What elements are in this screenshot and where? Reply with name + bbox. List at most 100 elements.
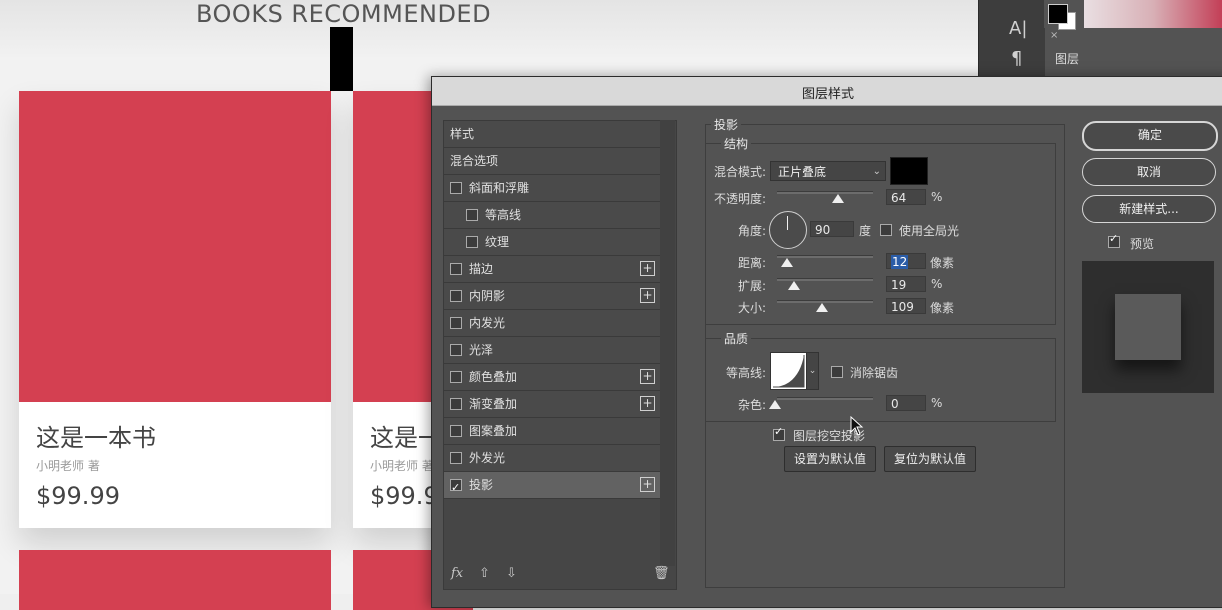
spread-unit: % bbox=[931, 277, 943, 291]
style-item-checkbox[interactable] bbox=[450, 317, 462, 329]
angle-input[interactable]: 90 bbox=[810, 221, 854, 237]
spread-slider-thumb[interactable] bbox=[788, 281, 800, 290]
add-icon[interactable]: + bbox=[640, 477, 655, 492]
style-item-checkbox[interactable] bbox=[466, 209, 478, 221]
blend-mode-select[interactable]: 正片叠底 ⌄ bbox=[770, 161, 886, 181]
style-item[interactable]: 渐变叠加 + bbox=[444, 391, 660, 418]
global-light-label: 使用全局光 bbox=[899, 224, 960, 238]
knockout-checkbox[interactable] bbox=[773, 425, 785, 441]
chevron-down-icon[interactable]: ⌄ bbox=[806, 352, 819, 390]
opacity-slider-thumb[interactable] bbox=[832, 194, 845, 203]
page-heading: BOOKS RECOMMENDED bbox=[196, 0, 492, 28]
close-icon[interactable]: × bbox=[1050, 30, 1058, 41]
add-icon[interactable]: + bbox=[640, 288, 655, 303]
style-item-label: 渐变叠加 bbox=[469, 397, 518, 411]
global-light-checkbox[interactable] bbox=[880, 224, 892, 236]
style-item-label: 光泽 bbox=[469, 343, 494, 357]
antialias-label: 消除锯齿 bbox=[850, 366, 899, 380]
style-item-checkbox[interactable] bbox=[450, 182, 462, 194]
style-item-label: 图案叠加 bbox=[469, 424, 518, 438]
style-item-checkbox[interactable] bbox=[450, 452, 462, 464]
blend-mode-label: 混合模式: bbox=[714, 165, 767, 179]
style-list-header[interactable]: 样式 bbox=[444, 121, 666, 148]
noise-slider[interactable] bbox=[777, 397, 873, 400]
style-item-label: 内阴影 bbox=[469, 289, 506, 303]
paragraph-panel-icon[interactable]: ¶ bbox=[1011, 48, 1022, 69]
style-item[interactable]: 内阴影 + bbox=[444, 283, 660, 310]
preview-square bbox=[1115, 294, 1181, 360]
blend-options-item[interactable]: 混合选项 bbox=[444, 148, 666, 175]
size-input[interactable]: 109 bbox=[886, 298, 926, 314]
move-up-icon[interactable]: ⇧ bbox=[479, 566, 490, 581]
style-item[interactable]: 等高线 bbox=[444, 202, 660, 229]
noise-label: 杂色: bbox=[738, 398, 767, 412]
angle-needle bbox=[787, 216, 788, 230]
distance-label: 距离: bbox=[738, 256, 767, 270]
style-item-checkbox[interactable] bbox=[450, 425, 462, 437]
spread-label: 扩展: bbox=[738, 279, 767, 293]
book-cover bbox=[19, 550, 331, 610]
dialog-titlebar[interactable]: 图层样式 bbox=[432, 77, 1222, 106]
book-card: 这是一本书 小明老师 著 $99.99 bbox=[19, 91, 331, 528]
book-author: 小明老师 著 bbox=[370, 459, 434, 473]
new-style-button[interactable]: 新建样式... bbox=[1082, 195, 1216, 223]
style-item-label: 投影 bbox=[469, 478, 494, 492]
contour-preview[interactable] bbox=[770, 352, 808, 390]
style-list-footer: fx ⇧ ⇩ 🗑 bbox=[443, 566, 675, 588]
angle-dial[interactable] bbox=[769, 211, 807, 249]
opacity-slider[interactable] bbox=[777, 191, 873, 194]
move-down-icon[interactable]: ⇩ bbox=[506, 566, 517, 581]
style-item[interactable]: 纹理 bbox=[444, 229, 660, 256]
fx-icon[interactable]: fx bbox=[451, 566, 463, 581]
style-item[interactable]: 投影 + bbox=[444, 472, 660, 501]
style-item-checkbox[interactable] bbox=[466, 236, 478, 248]
reset-default-button[interactable]: 复位为默认值 bbox=[884, 446, 976, 472]
foreground-color-swatch[interactable] bbox=[1048, 4, 1068, 24]
add-icon[interactable]: + bbox=[640, 396, 655, 411]
style-item-checkbox[interactable] bbox=[450, 398, 462, 410]
distance-input[interactable]: 12 bbox=[886, 253, 926, 269]
style-item[interactable]: 斜面和浮雕 bbox=[444, 175, 660, 202]
shadow-color-swatch[interactable] bbox=[890, 157, 928, 185]
preview-checkbox[interactable] bbox=[1108, 232, 1120, 248]
color-picker-gradient[interactable] bbox=[1084, 0, 1222, 28]
style-item[interactable]: 图案叠加 bbox=[444, 418, 660, 445]
style-item-label: 斜面和浮雕 bbox=[469, 181, 530, 195]
trash-icon[interactable]: 🗑 bbox=[653, 566, 670, 581]
section-title: 投影 bbox=[711, 116, 742, 133]
character-panel-icon[interactable]: A| bbox=[1009, 18, 1027, 39]
spread-input[interactable]: 19 bbox=[886, 276, 926, 292]
style-list-scrollbar[interactable] bbox=[660, 120, 675, 566]
style-item-checkbox[interactable] bbox=[450, 475, 462, 501]
make-default-button[interactable]: 设置为默认值 bbox=[784, 446, 876, 472]
ok-button[interactable]: 确定 bbox=[1082, 121, 1218, 151]
add-icon[interactable]: + bbox=[640, 261, 655, 276]
mouse-cursor-icon bbox=[850, 416, 864, 436]
style-item-checkbox[interactable] bbox=[450, 290, 462, 302]
style-item[interactable]: 光泽 bbox=[444, 337, 660, 364]
style-item[interactable]: 内发光 bbox=[444, 310, 660, 337]
structure-title: 结构 bbox=[721, 135, 752, 152]
add-icon[interactable]: + bbox=[640, 369, 655, 384]
cancel-button[interactable]: 取消 bbox=[1082, 158, 1216, 186]
style-item[interactable]: 颜色叠加 + bbox=[444, 364, 660, 391]
noise-slider-thumb[interactable] bbox=[769, 400, 781, 409]
opacity-unit: % bbox=[931, 190, 943, 204]
tab-layers[interactable]: 图层 bbox=[1046, 44, 1088, 74]
contour-curve-icon bbox=[773, 355, 805, 388]
noise-input[interactable]: 0 bbox=[886, 395, 926, 411]
style-item[interactable]: 描边 + bbox=[444, 256, 660, 283]
style-item-label: 等高线 bbox=[485, 208, 522, 222]
size-slider-thumb[interactable] bbox=[816, 303, 828, 312]
noise-unit: % bbox=[931, 396, 943, 410]
style-item-label: 纹理 bbox=[485, 235, 510, 249]
distance-slider-thumb[interactable] bbox=[781, 258, 793, 267]
blend-mode-value: 正片叠底 bbox=[778, 165, 827, 179]
opacity-input[interactable]: 64 bbox=[886, 189, 926, 205]
style-item-checkbox[interactable] bbox=[450, 263, 462, 275]
style-item-checkbox[interactable] bbox=[450, 344, 462, 356]
style-item-checkbox[interactable] bbox=[450, 371, 462, 383]
antialias-checkbox[interactable] bbox=[831, 366, 843, 378]
angle-label: 角度: bbox=[738, 224, 767, 238]
style-item[interactable]: 外发光 bbox=[444, 445, 660, 472]
